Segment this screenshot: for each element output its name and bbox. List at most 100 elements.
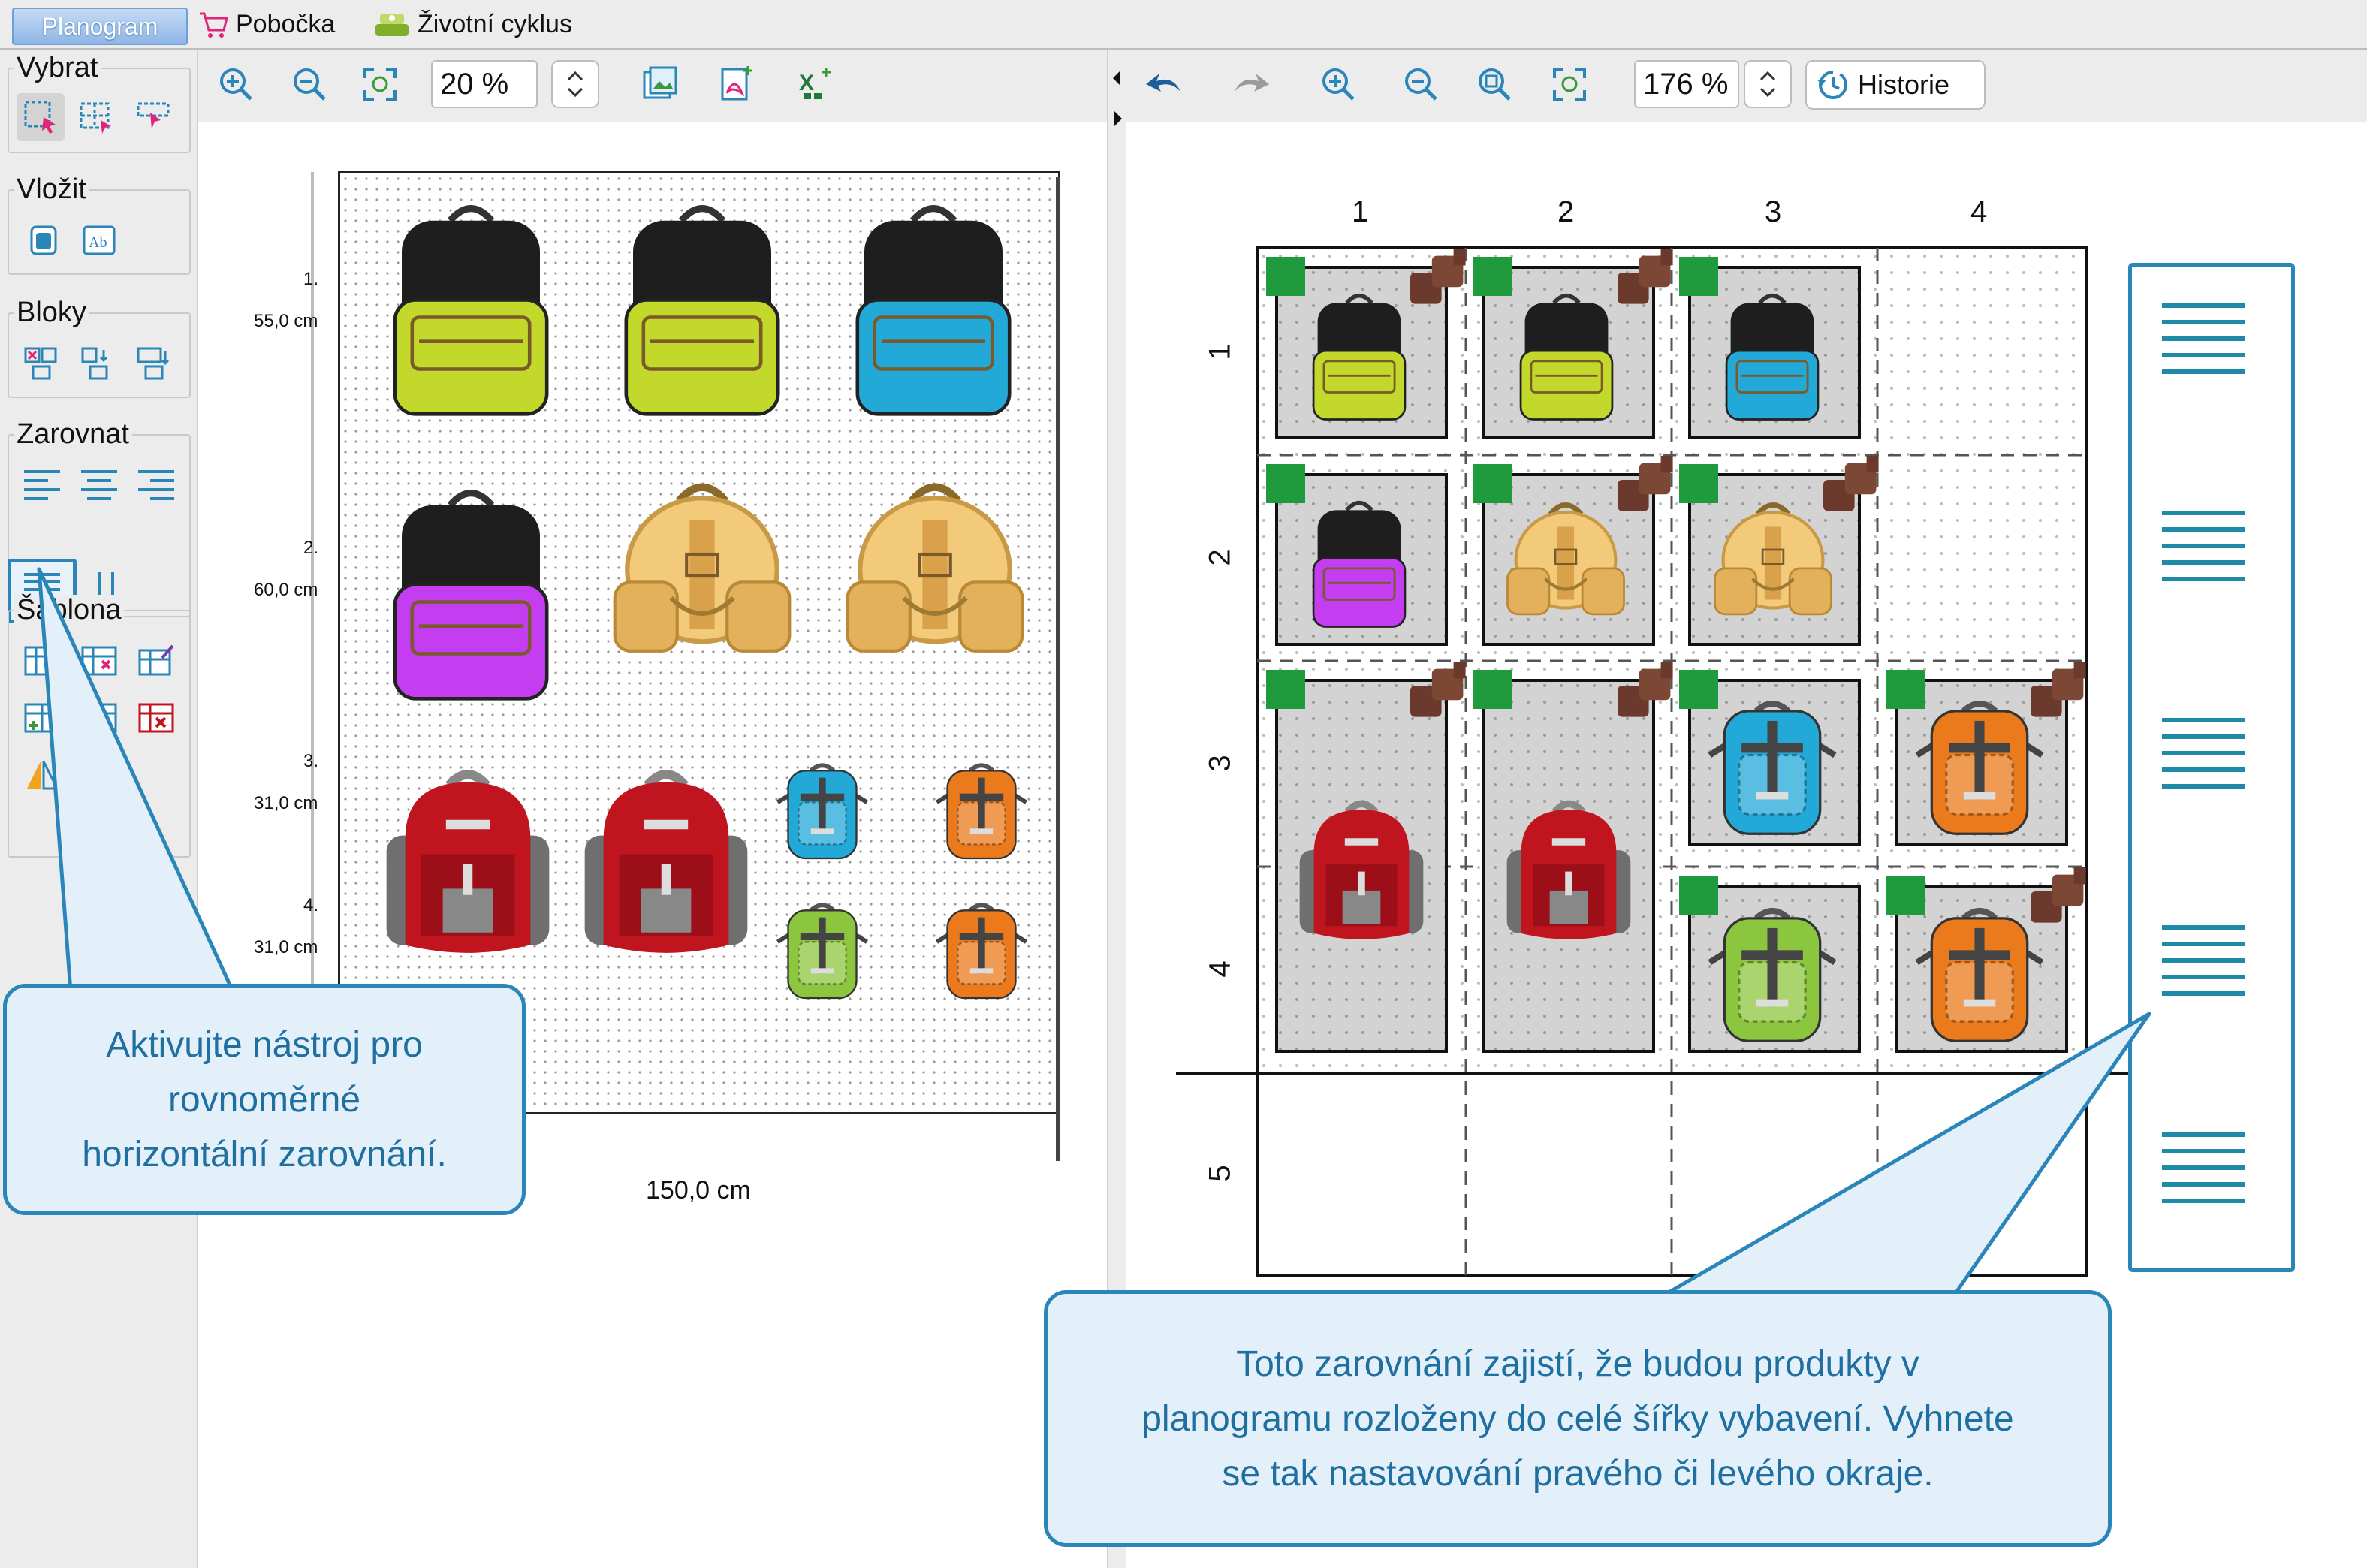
lifecycle-icon bbox=[375, 14, 409, 36]
tab-pobocka[interactable]: Pobočka bbox=[197, 5, 335, 44]
history-button[interactable]: Historie bbox=[1805, 60, 1986, 110]
align-center-button[interactable] bbox=[75, 461, 123, 509]
export-image-button[interactable] bbox=[637, 62, 682, 107]
tab-zivotni-cyklus[interactable]: Životní cyklus bbox=[372, 5, 572, 44]
select-grid-button[interactable] bbox=[72, 93, 120, 141]
block-merge-icon bbox=[81, 347, 108, 380]
product-backpack-lime[interactable] bbox=[1307, 288, 1412, 424]
export-excel-button[interactable]: X bbox=[793, 62, 838, 107]
block-marker[interactable] bbox=[1266, 464, 1308, 506]
product-rucksack-beige[interactable] bbox=[1502, 496, 1630, 631]
redo-button[interactable] bbox=[1229, 62, 1274, 107]
insert-product-button[interactable] bbox=[20, 216, 68, 264]
row-label-3: 3 bbox=[1203, 755, 1237, 772]
template-row-add-button[interactable] bbox=[18, 694, 66, 742]
product-backpack-red[interactable] bbox=[1290, 776, 1433, 964]
undo-button[interactable] bbox=[1141, 62, 1187, 107]
block-marker[interactable] bbox=[1473, 257, 1515, 299]
left-zoom-stepper[interactable] bbox=[551, 60, 599, 108]
template-row-remove-button[interactable] bbox=[75, 694, 123, 742]
svg-text:X: X bbox=[799, 71, 814, 95]
block-edit-button[interactable] bbox=[129, 339, 177, 387]
right-zoom-stepper[interactable] bbox=[1744, 60, 1792, 108]
product-small-backpack-orange[interactable] bbox=[1912, 694, 2047, 841]
callout-right: Toto zarovnání zajistí, že budou produkt… bbox=[1044, 1290, 2112, 1547]
block-marker[interactable] bbox=[1266, 670, 1308, 712]
template-mirror-button[interactable] bbox=[18, 751, 66, 799]
zoom-fit-button[interactable] bbox=[357, 62, 403, 107]
product-rucksack-beige[interactable] bbox=[841, 473, 1029, 676]
fit-screen-icon bbox=[363, 68, 397, 101]
block-split-icon bbox=[24, 347, 57, 380]
template-edit-button[interactable] bbox=[132, 637, 180, 685]
block-marker[interactable] bbox=[1266, 257, 1308, 299]
product-backpack-blue[interactable] bbox=[1720, 288, 1825, 424]
align-left-icon bbox=[24, 470, 60, 500]
product-icon bbox=[30, 225, 57, 255]
product-backpack-lime[interactable] bbox=[1514, 288, 1619, 424]
export-pdf-button[interactable] bbox=[713, 62, 758, 107]
detail-zoom-fit-button[interactable] bbox=[1547, 62, 1592, 107]
shelf-3-index: 3. bbox=[303, 751, 319, 771]
column-label-2: 2 bbox=[1557, 195, 1575, 228]
zoom-in-button[interactable] bbox=[213, 62, 258, 107]
product-backpack-red[interactable] bbox=[572, 757, 760, 967]
right-zoom-field[interactable]: 176 % bbox=[1634, 60, 1739, 108]
row-label-5: 5 bbox=[1203, 1165, 1237, 1182]
template-add-button[interactable] bbox=[18, 637, 66, 685]
product-backpack-blue[interactable] bbox=[847, 192, 1020, 425]
zoom-out-icon bbox=[1405, 68, 1437, 101]
block-split-button[interactable] bbox=[17, 339, 65, 387]
splitter-arrows-icon bbox=[1113, 71, 1122, 126]
product-backpack-lime[interactable] bbox=[616, 192, 788, 425]
zoom-out-button[interactable] bbox=[287, 62, 332, 107]
block-marker[interactable] bbox=[1473, 670, 1515, 712]
product-rucksack-beige[interactable] bbox=[608, 473, 796, 676]
group-align-title: Zarovnat bbox=[14, 419, 132, 449]
detail-zoom-in-button[interactable] bbox=[1316, 62, 1361, 107]
row-add-icon bbox=[24, 703, 60, 733]
align-right-button[interactable] bbox=[132, 461, 180, 509]
insert-text-button[interactable]: Ab bbox=[75, 216, 123, 264]
detail-zoom-selection-button[interactable] bbox=[1472, 62, 1517, 107]
zoom-selection-icon bbox=[1479, 68, 1511, 101]
callout-left-line-1: Aktivujte nástroj pro bbox=[106, 1024, 423, 1065]
product-small-backpack-orange[interactable] bbox=[1912, 901, 2047, 1048]
select-row-button[interactable] bbox=[129, 93, 177, 141]
product-backpack-purple[interactable] bbox=[384, 473, 557, 713]
template-delete-button[interactable] bbox=[132, 694, 180, 742]
product-backpack-purple[interactable] bbox=[1307, 496, 1412, 631]
left-zoom-field[interactable]: 20 % bbox=[431, 60, 538, 108]
excel-icon: X bbox=[799, 68, 831, 99]
group-insert-title: Vložit bbox=[14, 174, 89, 204]
mirror-icon bbox=[27, 761, 59, 790]
product-backpack-red[interactable] bbox=[1497, 776, 1640, 964]
product-small-backpack-orange[interactable] bbox=[933, 898, 1030, 1003]
product-backpack-lime[interactable] bbox=[384, 192, 557, 425]
table-add-icon bbox=[24, 646, 60, 676]
product-small-backpack-orange[interactable] bbox=[933, 758, 1030, 864]
zoom-out-icon bbox=[294, 68, 326, 101]
cart-icon bbox=[200, 12, 228, 38]
tab-planogram[interactable]: Planogram bbox=[12, 8, 188, 45]
select-row-icon bbox=[137, 102, 170, 129]
align-justify-icon bbox=[2162, 303, 2245, 1203]
align-left-button[interactable] bbox=[18, 461, 66, 509]
fixture-width-label: 150,0 cm bbox=[646, 1176, 751, 1205]
product-backpack-red[interactable] bbox=[374, 757, 562, 967]
undo-icon bbox=[1146, 74, 1180, 92]
distribution-indicator bbox=[2128, 263, 2295, 1272]
group-template-title: Šablona bbox=[14, 595, 125, 625]
product-small-backpack-blue[interactable] bbox=[1705, 694, 1840, 841]
block-merge-button[interactable] bbox=[74, 339, 122, 387]
detail-zoom-out-button[interactable] bbox=[1398, 62, 1443, 107]
block-marker[interactable] bbox=[1679, 257, 1721, 299]
product-rucksack-beige[interactable] bbox=[1709, 496, 1837, 631]
select-rect-button[interactable] bbox=[17, 93, 65, 141]
product-small-backpack-green[interactable] bbox=[773, 898, 871, 1003]
svg-text:Ab: Ab bbox=[89, 234, 107, 251]
group-blocks-title: Bloky bbox=[14, 297, 89, 327]
product-small-backpack-green[interactable] bbox=[1705, 901, 1840, 1048]
product-small-backpack-blue[interactable] bbox=[773, 758, 871, 864]
template-remove-button[interactable] bbox=[75, 637, 123, 685]
